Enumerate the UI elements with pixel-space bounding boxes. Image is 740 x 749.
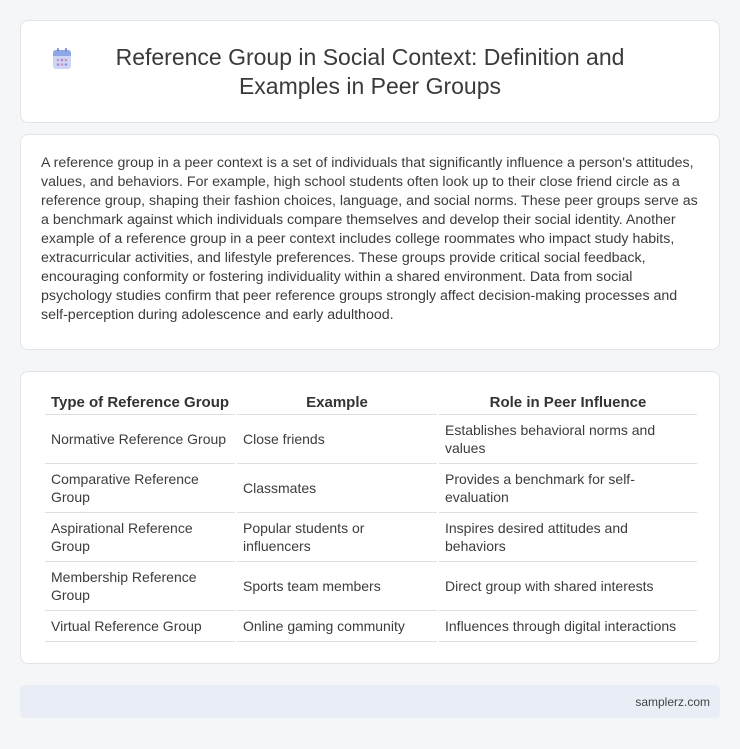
- page-title: Reference Group in Social Context: Defin…: [115, 43, 625, 99]
- cell-role: Inspires desired attitudes and behaviors: [439, 513, 697, 562]
- cell-type: Comparative Reference Group: [45, 464, 235, 513]
- column-header-role: Role in Peer Influence: [439, 394, 697, 415]
- cell-role: Establishes behavioral norms and values: [439, 415, 697, 464]
- table-row: Comparative Reference Group Classmates P…: [45, 464, 697, 513]
- intro-card: A reference group in a peer context is a…: [20, 134, 720, 350]
- cell-role: Influences through digital interactions: [439, 611, 697, 642]
- cell-example: Classmates: [237, 464, 437, 513]
- title-wrap: Reference Group in Social Context: Defin…: [53, 43, 640, 101]
- cell-type: Normative Reference Group: [45, 415, 235, 464]
- cell-type: Membership Reference Group: [45, 562, 235, 611]
- calendar-doc-icon: [53, 47, 71, 69]
- table-row: Aspirational Reference Group Popular stu…: [45, 513, 697, 562]
- column-header-type: Type of Reference Group: [45, 394, 235, 415]
- cell-example: Popular students or influencers: [237, 513, 437, 562]
- cell-example: Sports team members: [237, 562, 437, 611]
- table-card: Type of Reference Group Example Role in …: [20, 371, 720, 664]
- reference-group-table: Type of Reference Group Example Role in …: [43, 394, 699, 642]
- footer-site-link[interactable]: samplerz.com: [635, 695, 710, 709]
- footer: samplerz.com: [20, 685, 720, 718]
- table-row: Membership Reference Group Sports team m…: [45, 562, 697, 611]
- cell-example: Close friends: [237, 415, 437, 464]
- table-row: Virtual Reference Group Online gaming co…: [45, 611, 697, 642]
- table-header-row: Type of Reference Group Example Role in …: [45, 394, 697, 415]
- intro-paragraph: A reference group in a peer context is a…: [41, 155, 698, 323]
- cell-example: Online gaming community: [237, 611, 437, 642]
- cell-role: Direct group with shared interests: [439, 562, 697, 611]
- table-row: Normative Reference Group Close friends …: [45, 415, 697, 464]
- column-header-example: Example: [237, 394, 437, 415]
- cell-type: Aspirational Reference Group: [45, 513, 235, 562]
- cell-role: Provides a benchmark for self-evaluation: [439, 464, 697, 513]
- title-card: Reference Group in Social Context: Defin…: [20, 20, 720, 123]
- cell-type: Virtual Reference Group: [45, 611, 235, 642]
